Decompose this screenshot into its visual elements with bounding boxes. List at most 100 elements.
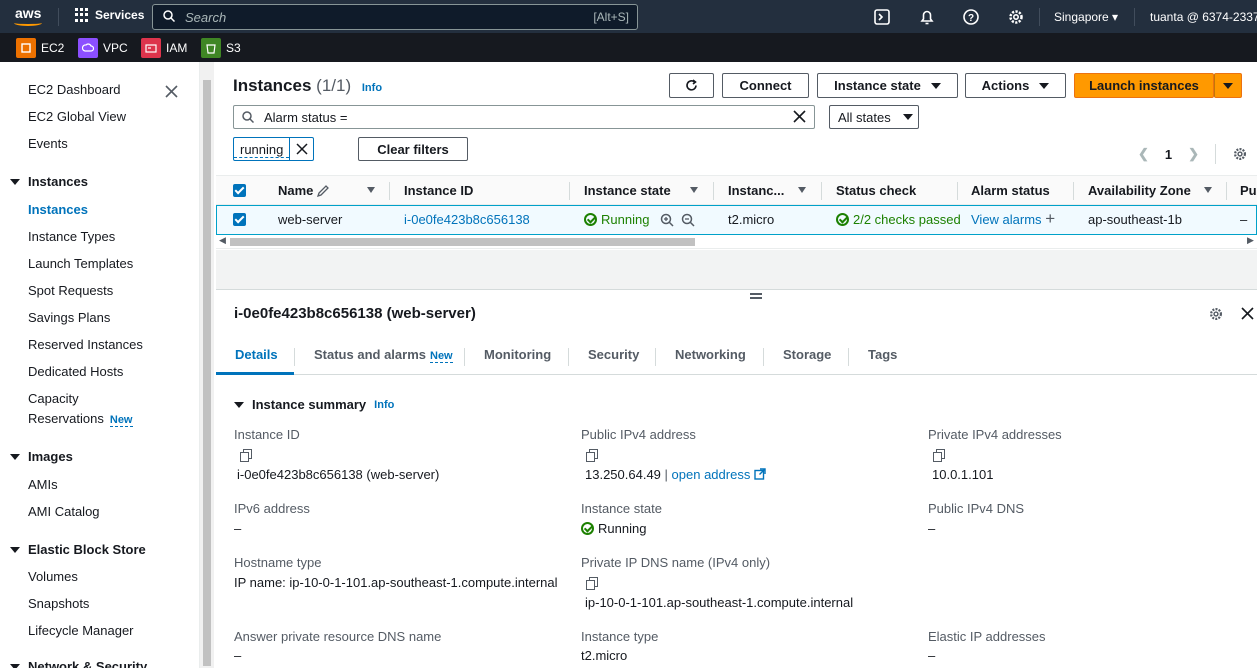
sidebar-item-savings-plans[interactable]: Savings Plans <box>28 310 110 325</box>
sidebar-scrollbar[interactable] <box>200 62 214 668</box>
favorite-ec2[interactable]: EC2 <box>16 38 64 58</box>
help-icon[interactable]: ? <box>962 8 980 26</box>
cloudshell-icon[interactable] <box>873 8 891 26</box>
active-tab-indicator <box>216 372 294 375</box>
sidebar-item-amis[interactable]: AMIs <box>28 477 58 492</box>
column-alarm-status[interactable]: Alarm status <box>971 183 1050 198</box>
favorite-iam[interactable]: IAM <box>141 38 187 58</box>
sidebar-item-volumes[interactable]: Volumes <box>28 569 78 584</box>
connect-button[interactable]: Connect <box>722 73 809 98</box>
notifications-bell-icon[interactable] <box>918 8 936 26</box>
copy-icon[interactable] <box>586 577 598 590</box>
external-link-icon[interactable] <box>754 468 766 480</box>
sidebar-item-ec2-global-view[interactable]: EC2 Global View <box>28 109 126 124</box>
sidebar-item-dedicated-hosts[interactable]: Dedicated Hosts <box>28 364 123 379</box>
clear-filters-button[interactable]: Clear filters <box>358 137 468 161</box>
account-menu[interactable]: tuanta @ 6374-2337- <box>1150 10 1257 24</box>
copy-icon[interactable] <box>240 449 252 462</box>
scrollbar-thumb[interactable] <box>230 238 695 246</box>
settings-gear-icon[interactable] <box>1007 8 1025 26</box>
sidebar-item-instances[interactable]: Instances <box>28 202 88 217</box>
prev-page-icon[interactable]: ❮ <box>1138 146 1149 162</box>
column-status-check[interactable]: Status check <box>836 183 916 198</box>
next-page-icon[interactable]: ❯ <box>1188 146 1199 162</box>
sidebar-section-network-security[interactable]: Network & Security <box>10 659 147 668</box>
sidebar-item-capacity-reservations[interactable]: Reservations New <box>28 411 133 427</box>
open-address-link[interactable]: open address <box>672 467 751 482</box>
table-row[interactable]: web-server i-0e0fe423b8c656138 Running t… <box>216 205 1257 235</box>
tab-details[interactable]: Details <box>235 347 278 362</box>
tab-monitoring[interactable]: Monitoring <box>484 347 551 362</box>
column-instance-id[interactable]: Instance ID <box>404 183 473 198</box>
zoom-out-icon[interactable] <box>681 213 695 227</box>
sidebar-section-instances[interactable]: Instances <box>10 174 88 189</box>
sidebar-section-images[interactable]: Images <box>10 449 73 464</box>
favorite-vpc[interactable]: VPC <box>78 38 128 58</box>
zoom-in-icon[interactable] <box>660 213 674 227</box>
page-number[interactable]: 1 <box>1165 147 1172 162</box>
close-icon <box>296 143 308 155</box>
launch-instances-button[interactable]: Launch instances <box>1074 73 1214 98</box>
states-select[interactable]: All states <box>829 105 919 129</box>
sidebar-item-capacity[interactable]: Capacity <box>28 391 79 406</box>
sidebar-item-lifecycle-manager[interactable]: Lifecycle Manager <box>28 623 134 638</box>
instance-name: web-server <box>278 212 343 227</box>
sort-icon[interactable] <box>690 187 698 193</box>
refresh-button[interactable] <box>669 73 714 98</box>
info-link[interactable]: Info <box>362 82 382 94</box>
sidebar-item-instance-types[interactable]: Instance Types <box>28 229 115 244</box>
tab-tags[interactable]: Tags <box>868 347 897 362</box>
instance-id-link[interactable]: i-0e0fe423b8c656138 <box>404 212 530 227</box>
sort-icon[interactable] <box>367 187 375 193</box>
filter-token[interactable]: running <box>233 137 315 161</box>
sidebar-item-launch-templates[interactable]: Launch Templates <box>28 256 133 271</box>
services-menu[interactable]: Services <box>75 8 144 22</box>
scroll-left-icon[interactable]: ◀ <box>219 235 226 246</box>
sidebar-item-ami-catalog[interactable]: AMI Catalog <box>28 504 100 519</box>
sort-icon[interactable] <box>1204 187 1212 193</box>
instance-state-button[interactable]: Instance state <box>817 73 958 98</box>
sort-icon[interactable] <box>798 187 806 193</box>
sidebar-item-snapshots[interactable]: Snapshots <box>28 596 89 611</box>
actions-button[interactable]: Actions <box>965 73 1066 98</box>
tab-networking[interactable]: Networking <box>675 347 746 362</box>
add-icon[interactable]: + <box>1045 209 1055 228</box>
select-all-checkbox[interactable] <box>233 184 246 197</box>
tab-status-and-alarms[interactable]: Status and alarms New <box>314 347 453 363</box>
view-alarms-link[interactable]: View alarms + <box>971 209 1055 228</box>
copy-icon[interactable] <box>933 449 945 462</box>
column-name[interactable]: Name <box>278 183 313 198</box>
column-instance-state[interactable]: Instance state <box>584 183 671 198</box>
column-instance-type[interactable]: Instanc... <box>728 183 784 198</box>
sidebar-section-ebs[interactable]: Elastic Block Store <box>10 542 146 557</box>
row-checkbox[interactable] <box>233 213 246 226</box>
sidebar-item-spot-requests[interactable]: Spot Requests <box>28 283 113 298</box>
sidebar-item-ec2-dashboard[interactable]: EC2 Dashboard <box>28 82 121 97</box>
scrollbar-thumb[interactable] <box>203 80 211 666</box>
remove-token-button[interactable] <box>289 138 313 160</box>
instance-summary-header[interactable]: Instance summary Info <box>234 397 394 412</box>
filter-input[interactable]: Alarm status = <box>233 105 815 129</box>
preferences-gear-icon[interactable] <box>1232 146 1248 162</box>
aws-logo[interactable]: aws <box>14 5 46 27</box>
column-public[interactable]: Pu <box>1240 183 1257 198</box>
tab-security[interactable]: Security <box>588 347 639 362</box>
close-panel-icon[interactable] <box>1241 307 1254 320</box>
launch-dropdown-button[interactable] <box>1214 73 1242 98</box>
favorite-s3[interactable]: S3 <box>201 38 241 58</box>
close-sidebar-icon[interactable] <box>164 84 179 99</box>
split-panel-settings-gear-icon[interactable] <box>1208 306 1224 322</box>
clear-filter-icon[interactable] <box>793 110 806 123</box>
region-selector[interactable]: Singapore ▾ <box>1054 10 1118 24</box>
sidebar-item-reserved-instances[interactable]: Reserved Instances <box>28 337 143 352</box>
copy-icon[interactable] <box>586 449 598 462</box>
services-label: Services <box>95 8 145 22</box>
sidebar-item-events[interactable]: Events <box>28 136 68 151</box>
column-availability-zone[interactable]: Availability Zone <box>1088 183 1191 198</box>
resize-handle-icon[interactable] <box>750 293 762 299</box>
info-link[interactable]: Info <box>374 399 394 411</box>
search-input[interactable]: Search [Alt+S] <box>152 4 638 30</box>
table-horizontal-scrollbar[interactable]: ◀ ▶ <box>216 235 1257 249</box>
tab-storage[interactable]: Storage <box>783 347 831 362</box>
scroll-right-icon[interactable]: ▶ <box>1247 235 1254 246</box>
